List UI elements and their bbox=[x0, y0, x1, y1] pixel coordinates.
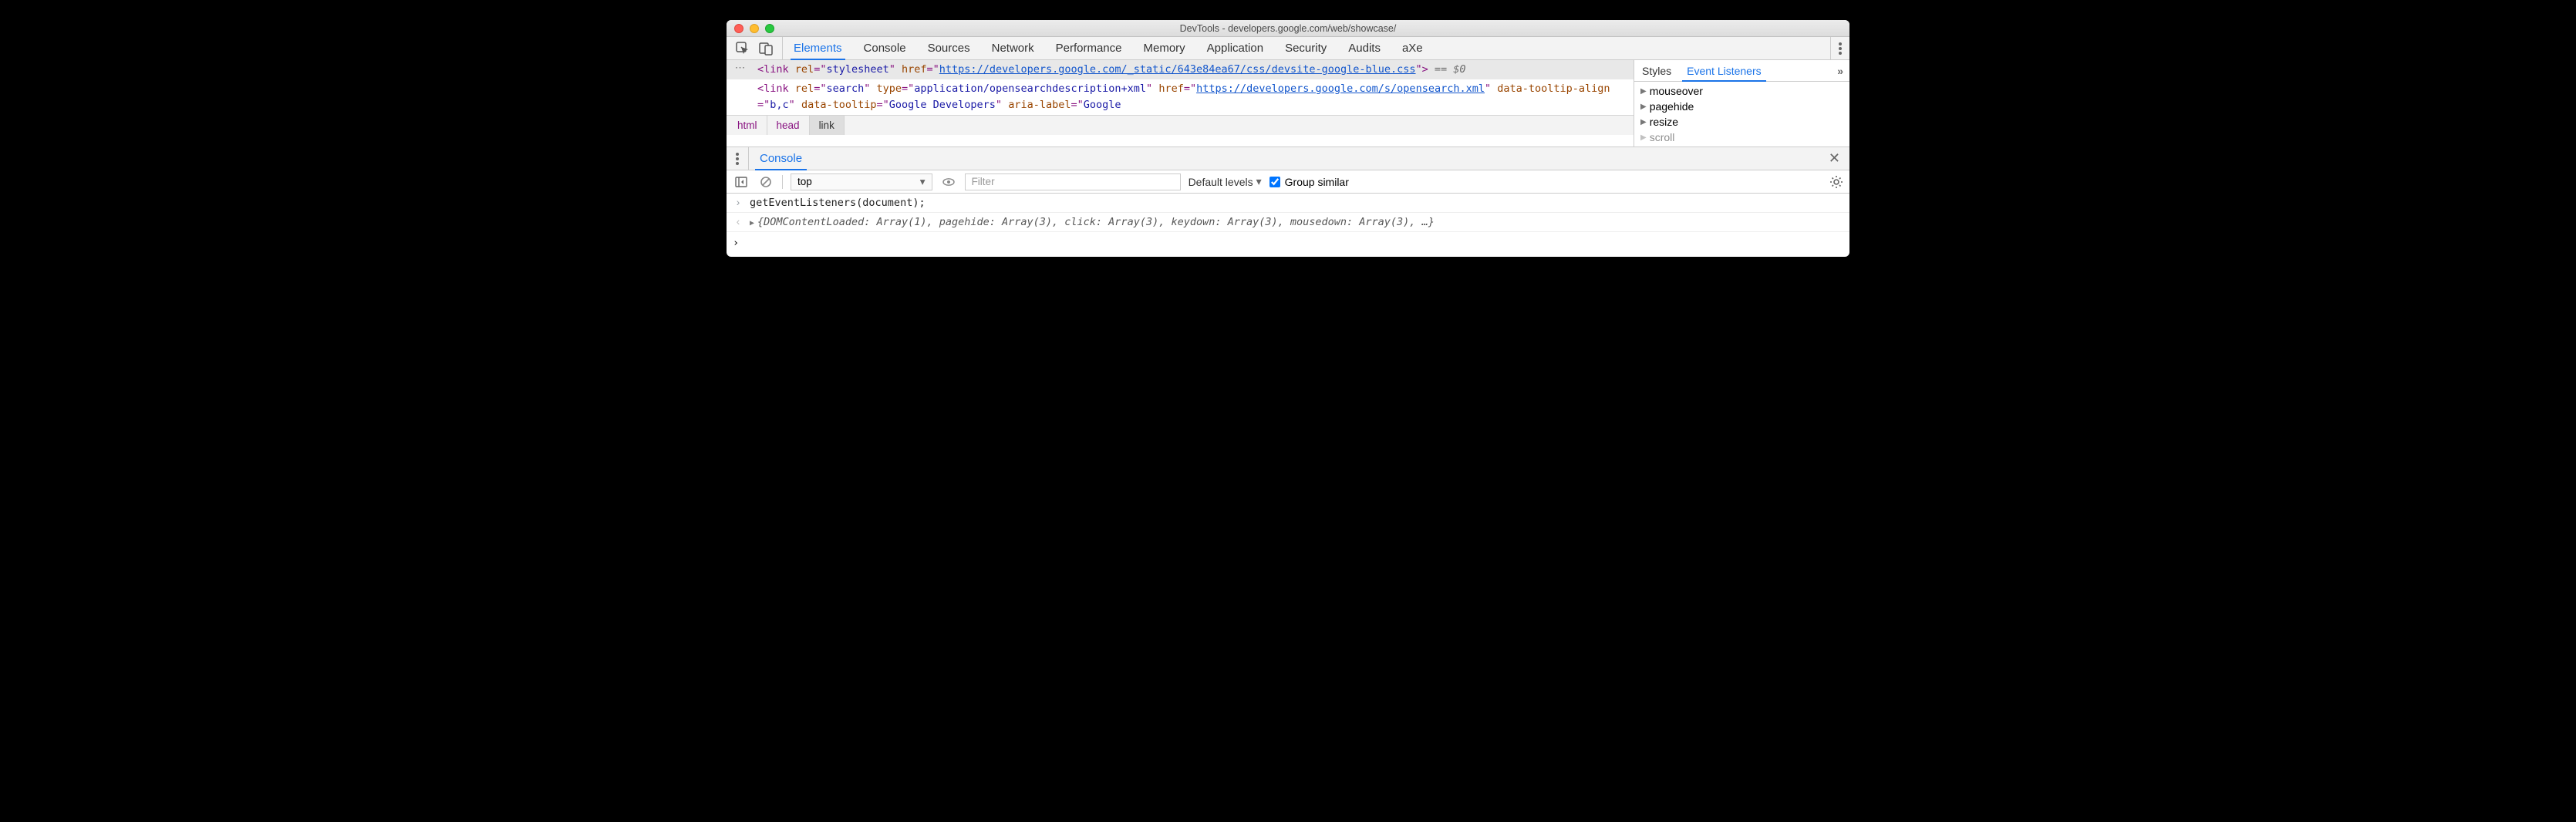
tab-sources[interactable]: Sources bbox=[917, 37, 981, 59]
dom-node-selected[interactable]: ⋯ <link rel="stylesheet" href="https://d… bbox=[727, 60, 1634, 79]
tab-elements[interactable]: Elements bbox=[783, 37, 853, 59]
filter-input[interactable]: Filter bbox=[965, 173, 1181, 190]
close-window-button[interactable] bbox=[734, 24, 743, 33]
group-similar-label: Group similar bbox=[1285, 176, 1349, 188]
window-title: DevTools - developers.google.com/web/sho… bbox=[727, 23, 1849, 34]
inspect-element-icon[interactable] bbox=[736, 42, 750, 56]
toolbar-right bbox=[1830, 37, 1849, 59]
clear-console-icon[interactable] bbox=[757, 173, 774, 190]
drawer-close-icon[interactable]: ✕ bbox=[1819, 147, 1849, 170]
tab-audits[interactable]: Audits bbox=[1337, 37, 1391, 59]
tab-performance[interactable]: Performance bbox=[1045, 37, 1133, 59]
console-drawer: Console ✕ top ▾ Filter Default levels bbox=[727, 147, 1849, 257]
toolbar-left bbox=[727, 37, 783, 59]
expand-icon: ▶ bbox=[1640, 103, 1647, 111]
input-chevron-icon: › bbox=[733, 197, 743, 208]
drawer-options-icon[interactable] bbox=[727, 147, 749, 170]
console-result: ▶{DOMContentLoaded: Array(1), pagehide: … bbox=[750, 216, 1435, 228]
drawer-tab-console[interactable]: Console bbox=[749, 147, 813, 170]
listener-mouseover[interactable]: ▶mouseover bbox=[1634, 83, 1849, 99]
elements-sidebar: Styles Event Listeners » ▶mouseover ▶pag… bbox=[1634, 60, 1849, 147]
breadcrumb-html[interactable]: html bbox=[728, 116, 767, 135]
listener-resize[interactable]: ▶resize bbox=[1634, 114, 1849, 130]
console-toolbar: top ▾ Filter Default levels ▾ Group simi… bbox=[727, 170, 1849, 194]
main-toolbar: Elements Console Sources Network Perform… bbox=[727, 37, 1849, 60]
gutter-ellipsis-icon: ⋯ bbox=[727, 60, 754, 79]
tab-console[interactable]: Console bbox=[853, 37, 917, 59]
panel-tabs: Elements Console Sources Network Perform… bbox=[783, 37, 1434, 59]
console-output-row[interactable]: › ▶{DOMContentLoaded: Array(1), pagehide… bbox=[727, 213, 1849, 232]
more-options-icon[interactable] bbox=[1839, 42, 1842, 55]
console-sidebar-toggle-icon[interactable] bbox=[733, 173, 750, 190]
main-split: ⋯ <link rel="stylesheet" href="https://d… bbox=[727, 60, 1849, 147]
window-controls bbox=[734, 24, 774, 33]
sidebar-more-icon[interactable]: » bbox=[1831, 65, 1849, 77]
dom-node[interactable]: <link rel="search" type="application/ope… bbox=[727, 79, 1634, 115]
tab-application[interactable]: Application bbox=[1196, 37, 1274, 59]
console-command: getEventListeners(document); bbox=[750, 197, 926, 209]
expand-icon: ▶ bbox=[1640, 87, 1647, 96]
tab-security[interactable]: Security bbox=[1274, 37, 1337, 59]
sidebar-tab-event-listeners[interactable]: Event Listeners bbox=[1679, 60, 1769, 81]
breadcrumb-head[interactable]: head bbox=[767, 116, 810, 135]
console-settings-icon[interactable] bbox=[1829, 175, 1843, 189]
zoom-window-button[interactable] bbox=[765, 24, 774, 33]
log-levels-selector[interactable]: Default levels ▾ bbox=[1189, 175, 1262, 188]
prompt-chevron-icon: › bbox=[733, 237, 739, 249]
output-chevron-icon: › bbox=[733, 216, 743, 227]
devtools-window: DevTools - developers.google.com/web/sho… bbox=[727, 20, 1849, 257]
eye-icon[interactable] bbox=[940, 173, 957, 190]
event-listeners-list: ▶mouseover ▶pagehide ▶resize ▶scroll bbox=[1634, 82, 1849, 147]
tab-axe[interactable]: aXe bbox=[1391, 37, 1434, 59]
breadcrumb: html head link bbox=[727, 115, 1634, 135]
breadcrumb-link[interactable]: link bbox=[810, 116, 845, 135]
console-input-row[interactable]: › getEventListeners(document); bbox=[727, 194, 1849, 213]
dom-node-content: <link rel="search" type="application/ope… bbox=[754, 79, 1634, 115]
sidebar-tabs: Styles Event Listeners » bbox=[1634, 60, 1849, 82]
group-similar-checkbox[interactable]: Group similar bbox=[1269, 176, 1349, 188]
context-selector[interactable]: top ▾ bbox=[791, 173, 932, 190]
dom-tree[interactable]: ⋯ <link rel="stylesheet" href="https://d… bbox=[727, 60, 1634, 115]
elements-panel: ⋯ <link rel="stylesheet" href="https://d… bbox=[727, 60, 1634, 147]
expand-icon: ▶ bbox=[1640, 118, 1647, 126]
console-body: › getEventListeners(document); › ▶{DOMCo… bbox=[727, 194, 1849, 257]
group-similar-input[interactable] bbox=[1269, 177, 1280, 187]
titlebar: DevTools - developers.google.com/web/sho… bbox=[727, 20, 1849, 37]
dom-node-content: <link rel="stylesheet" href="https://dev… bbox=[754, 60, 1634, 79]
device-toolbar-icon[interactable] bbox=[759, 42, 773, 56]
chevron-down-icon: ▾ bbox=[920, 176, 926, 188]
chevron-down-icon: ▾ bbox=[1256, 175, 1262, 188]
expand-icon: ▶ bbox=[1640, 133, 1647, 142]
listener-pagehide[interactable]: ▶pagehide bbox=[1634, 99, 1849, 114]
drawer-tabs: Console ✕ bbox=[727, 147, 1849, 170]
console-prompt[interactable]: › bbox=[727, 232, 1849, 257]
minimize-window-button[interactable] bbox=[750, 24, 759, 33]
tab-network[interactable]: Network bbox=[981, 37, 1045, 59]
gutter bbox=[727, 79, 754, 115]
sidebar-tab-styles[interactable]: Styles bbox=[1634, 60, 1679, 81]
tab-memory[interactable]: Memory bbox=[1133, 37, 1196, 59]
expand-icon[interactable]: ▶ bbox=[750, 219, 754, 227]
listener-scroll[interactable]: ▶scroll bbox=[1634, 130, 1849, 145]
